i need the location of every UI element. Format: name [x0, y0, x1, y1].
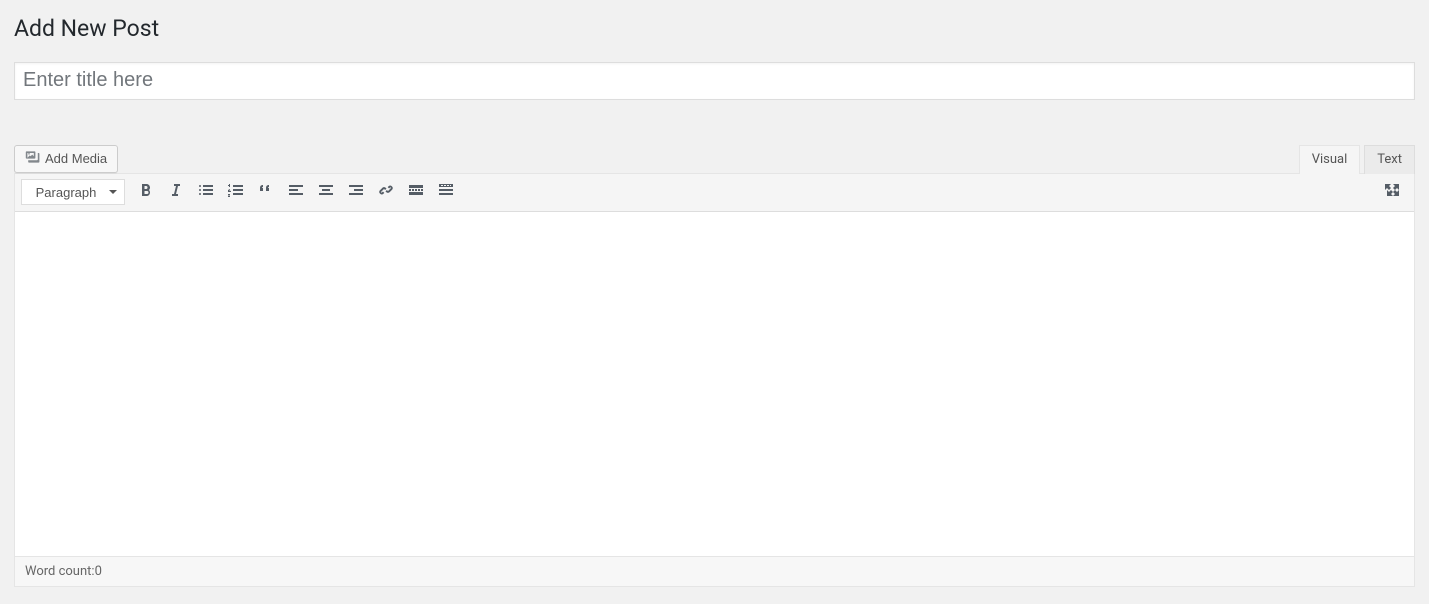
align-left-button[interactable] [281, 177, 311, 207]
align-right-button[interactable] [341, 177, 371, 207]
align-left-icon [286, 180, 306, 204]
italic-icon [166, 180, 186, 204]
add-media-label: Add Media [45, 151, 107, 166]
italic-button[interactable] [161, 177, 191, 207]
toolbar-toggle-button[interactable] [431, 177, 461, 207]
number-list-button[interactable] [221, 177, 251, 207]
blockquote-button[interactable] [251, 177, 281, 207]
number-list-icon [226, 180, 246, 204]
fullscreen-icon [1383, 180, 1403, 204]
align-center-icon [316, 180, 336, 204]
tab-visual[interactable]: Visual [1299, 145, 1361, 174]
read-more-icon [406, 180, 426, 204]
spacer [14, 100, 1415, 144]
page-title: Add New Post [14, 10, 1415, 48]
media-row: Add Media Visual Text [14, 144, 1415, 173]
blockquote-icon [256, 180, 276, 204]
content-editor[interactable] [15, 212, 1414, 556]
status-bar: Word count: 0 [15, 556, 1414, 586]
bold-icon [136, 180, 156, 204]
word-count-label: Word count: [25, 564, 95, 579]
align-center-button[interactable] [311, 177, 341, 207]
editor-tabs: Visual Text [1299, 144, 1415, 173]
format-select[interactable]: Paragraph [21, 179, 125, 205]
fullscreen-button[interactable] [1378, 177, 1408, 207]
word-count-value: 0 [95, 564, 102, 579]
media-icon [25, 149, 41, 168]
post-title-input[interactable] [14, 62, 1415, 100]
link-icon [376, 180, 396, 204]
editor-container: Paragraph [14, 173, 1415, 587]
editor-toolbar: Paragraph [15, 174, 1414, 212]
add-media-button[interactable]: Add Media [14, 145, 118, 173]
bullet-list-button[interactable] [191, 177, 221, 207]
bold-button[interactable] [131, 177, 161, 207]
link-button[interactable] [371, 177, 401, 207]
read-more-button[interactable] [401, 177, 431, 207]
align-right-icon [346, 180, 366, 204]
toolbar-toggle-icon [436, 180, 456, 204]
tab-text[interactable]: Text [1364, 145, 1415, 174]
bullet-list-icon [196, 180, 216, 204]
